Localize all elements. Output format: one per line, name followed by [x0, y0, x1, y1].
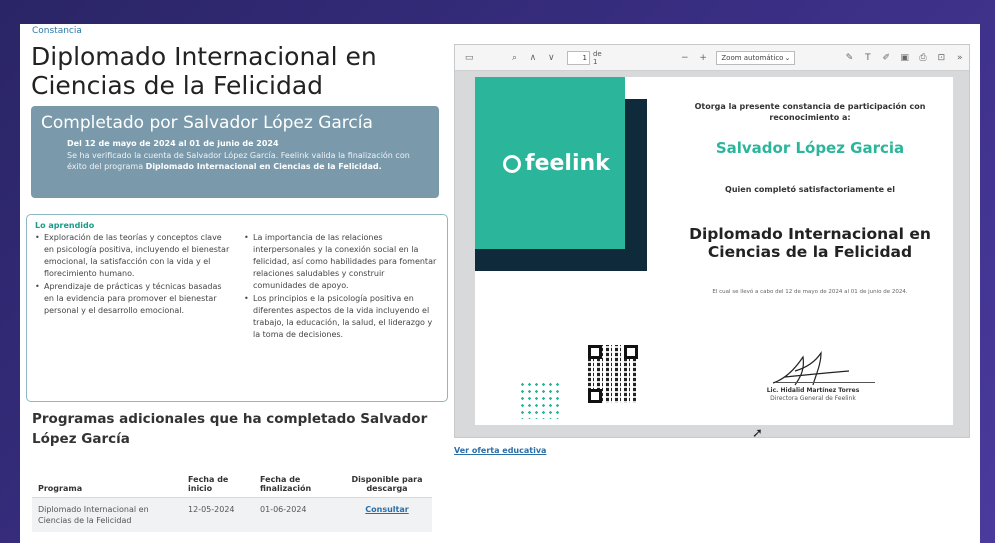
completion-panel: Completado por Salvador López García Del… [31, 106, 439, 198]
zoom-in-icon[interactable]: + [697, 51, 709, 65]
download-cell: Consultar [342, 497, 432, 532]
learned-item: Exploración de las teorías y conceptos c… [35, 232, 230, 280]
learned-list-left: Exploración de las teorías y conceptos c… [35, 232, 230, 342]
learned-item: Los principios e la psicología positiva … [244, 293, 439, 341]
zoom-out-icon[interactable]: − [679, 51, 691, 65]
programs-title: Programas adicionales que ha completado … [32, 411, 428, 447]
table-row: Diplomado Internacional en Ciencias de l… [32, 497, 432, 532]
next-page-icon[interactable]: ∨ [545, 51, 557, 65]
column-header-end: Fecha de finalización [254, 457, 342, 498]
signer-block: Lic. Hidalid Martínez Torres Directora G… [753, 387, 873, 403]
save-icon[interactable]: ⊡ [935, 51, 947, 65]
completion-heading: Completado por Salvador López García [41, 113, 373, 133]
signature-line [775, 382, 875, 383]
signer-role: Directora General de Feelink [770, 395, 856, 402]
zoom-select[interactable]: Zoom automático ⌄ [716, 50, 796, 65]
end-date-cell: 01-06-2024 [254, 497, 342, 532]
text-icon[interactable]: T [862, 51, 874, 65]
logo-mark-icon [503, 154, 521, 173]
diploma-title: Diplomado Internacional en Ciencias de l… [689, 225, 931, 261]
pdf-viewer: ▭ ⌕ ∧ ∨ 1 de 1 − + Zoom automático ⌄ ✎ T … [454, 44, 970, 438]
zoom-value: Zoom automático [721, 53, 784, 62]
signer-name: Lic. Hidalid Martínez Torres [766, 387, 860, 394]
highlight-icon[interactable]: ✎ [843, 51, 855, 65]
certificate-intro: Otorga la presente constancia de partici… [694, 102, 926, 122]
pdf-toolbar: ▭ ⌕ ∧ ∨ 1 de 1 − + Zoom automático ⌄ ✎ T … [455, 45, 969, 71]
learned-item: Aprendizaje de prácticas y técnicas basa… [35, 281, 230, 317]
completed-statement: Quien completó satisfactoriamente el [725, 185, 895, 194]
feelink-logo: feelink [503, 151, 610, 176]
draw-icon[interactable]: ✐ [880, 51, 892, 65]
more-tools-icon[interactable]: » [954, 51, 966, 65]
completion-dates: Del 12 de mayo de 2024 al 01 de junio de… [67, 139, 279, 148]
certificate-document: feelink Otorga la presente constancia de… [475, 77, 953, 425]
chevron-down-icon: ⌄ [784, 53, 791, 62]
learned-list-right: La importancia de las relaciones interpe… [244, 232, 439, 342]
column-header-program: Programa [32, 457, 182, 498]
page-number-input[interactable]: 1 [566, 50, 590, 65]
search-icon[interactable]: ⌕ [508, 51, 520, 65]
diploma-period: El cual se llevó a cabo del 12 de mayo d… [712, 289, 908, 295]
column-header-start: Fecha de inicio [182, 457, 254, 498]
start-date-cell: 12-05-2024 [182, 497, 254, 532]
program-cell: Diplomado Internacional en Ciencias de l… [32, 497, 182, 532]
column-header-download: Disponible para descarga [342, 457, 432, 498]
image-icon[interactable]: ▣ [898, 51, 910, 65]
dot-pattern [519, 381, 563, 419]
learned-item: La importancia de las relaciones interpe… [244, 232, 439, 292]
breadcrumb[interactable]: Constancia [32, 26, 82, 36]
consult-link[interactable]: Consultar [365, 505, 408, 514]
offer-link[interactable]: Ver oferta educativa [454, 446, 546, 455]
page-count: de 1 [592, 49, 602, 66]
recipient-name: Salvador López Garcia [715, 139, 905, 157]
learned-label: Lo aprendido [35, 221, 95, 230]
print-icon[interactable]: ⎙ [917, 51, 929, 65]
page-title: Diplomado Internacional en Ciencias de l… [31, 42, 377, 100]
signature [772, 351, 850, 386]
left-column: Constancia Diplomado Internacional en Ci… [20, 24, 460, 543]
prev-page-icon[interactable]: ∧ [527, 51, 539, 65]
certificate-page: Constancia Diplomado Internacional en Ci… [20, 24, 980, 543]
logo-text: feelink [525, 151, 610, 176]
qr-code-icon [588, 345, 638, 403]
completion-program-name: Diplomado Internacional en Ciencias de l… [145, 162, 382, 171]
mouse-cursor-icon: ➚ [752, 426, 763, 441]
programs-table: Programa Fecha de inicio Fecha de finali… [32, 457, 432, 532]
learned-panel: Lo aprendido Exploración de las teorías … [26, 214, 448, 402]
completion-description: Se ha verificado la cuenta de Salvador L… [67, 150, 429, 172]
sidebar-toggle-icon[interactable]: ▭ [463, 51, 475, 65]
